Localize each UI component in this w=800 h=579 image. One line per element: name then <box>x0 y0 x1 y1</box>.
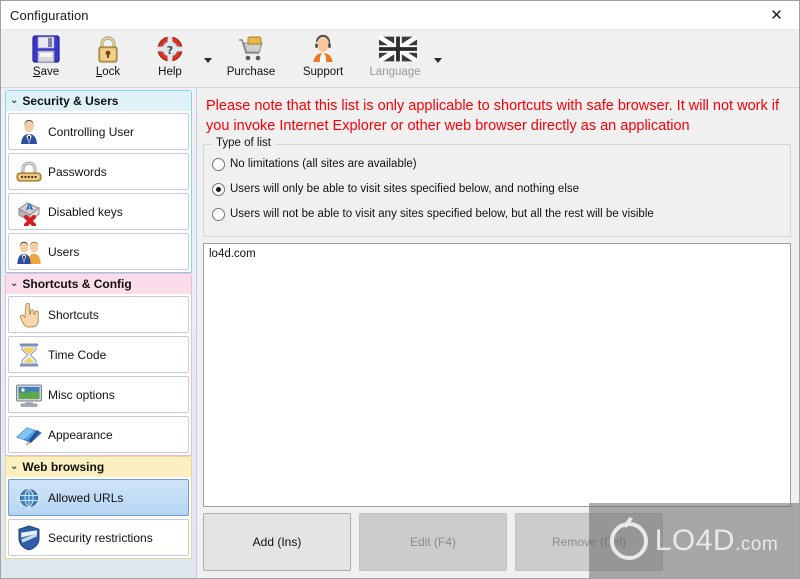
toolbar-button-lock[interactable]: Lock <box>77 30 139 85</box>
sidebar-group-title: Web browsing <box>22 460 105 474</box>
radio-option-no-limitations[interactable]: No limitations (all sites are available) <box>212 153 782 175</box>
type-of-list-groupbox: Type of list No limitations (all sites a… <box>203 137 791 237</box>
sidebar-item-disabled-keys[interactable]: A Disabled keys <box>8 193 189 230</box>
globe-icon <box>15 484 43 512</box>
headset-person-icon <box>307 33 339 65</box>
sidebar-item-shortcuts[interactable]: Shortcuts <box>8 296 189 333</box>
sidebar-group-header-shortcuts-config[interactable]: ⌄ Shortcuts & Config <box>6 274 191 294</box>
two-users-icon <box>15 238 43 266</box>
pointing-hand-icon <box>15 301 43 329</box>
edit-button: Edit (F4) <box>359 513 507 571</box>
sidebar-item-label: Disabled keys <box>48 204 123 219</box>
window-body: ⌄ Security & Users Controlling User Pass… <box>1 88 799 578</box>
sidebar-item-label: Passwords <box>48 164 107 179</box>
toolbar-label-language: Language <box>369 66 421 78</box>
sidebar-group-web-browsing: ⌄ Web browsing Allowed URLs Security res… <box>5 456 192 559</box>
sidebar-group-header-web-browsing[interactable]: ⌄ Web browsing <box>6 457 191 477</box>
sidebar-item-passwords[interactable]: Passwords <box>8 153 189 190</box>
window-title: Configuration <box>10 7 89 23</box>
sidebar-item-label: Misc options <box>48 387 115 402</box>
toolbar-label-support: Support <box>302 66 344 78</box>
sidebar-item-label: Allowed URLs <box>48 490 124 505</box>
padlock-icon <box>92 33 124 65</box>
svg-text:?: ? <box>167 44 173 57</box>
radio-option-blacklist[interactable]: Users will not be able to visit any site… <box>212 203 782 225</box>
radio-icon-selected[interactable] <box>212 182 225 196</box>
sidebar-item-appearance[interactable]: Appearance <box>8 416 189 453</box>
sidebar-item-time-code[interactable]: Time Code <box>8 336 189 373</box>
radio-icon[interactable] <box>212 157 225 171</box>
sidebar-item-allowed-urls[interactable]: Allowed URLs <box>8 479 189 516</box>
help-dropdown-chevron-down-icon[interactable] <box>201 30 215 85</box>
toolbar: Save Lock ? Help Purchase Support Langua… <box>1 30 799 88</box>
toolbar-label-help: Help <box>158 66 182 78</box>
radio-label: Users will not be able to visit any site… <box>230 208 654 220</box>
toolbar-button-help[interactable]: ? Help <box>139 30 201 85</box>
sidebar-group-header-security-users[interactable]: ⌄ Security & Users <box>6 91 191 111</box>
svg-text:A: A <box>26 203 33 213</box>
sidebar-group-title: Shortcuts & Config <box>22 277 132 291</box>
sidebar-item-label: Shortcuts <box>48 307 99 322</box>
toolbar-button-support[interactable]: Support <box>287 30 359 85</box>
sidebar-item-security-restrictions[interactable]: Security restrictions <box>8 519 189 556</box>
groupbox-title: Type of list <box>212 137 275 149</box>
sidebar-item-label: Time Code <box>48 347 107 362</box>
warning-notice: Please note that this list is only appli… <box>206 98 780 134</box>
blue-book-pen-icon <box>15 421 43 449</box>
list-item[interactable]: lo4d.com <box>204 247 790 261</box>
lifebuoy-question-icon: ? <box>154 33 186 65</box>
radio-icon[interactable] <box>212 207 225 221</box>
radio-label: Users will only be able to visit sites s… <box>230 183 580 195</box>
key-cross-icon: A <box>15 198 43 227</box>
sidebar-item-label: Appearance <box>48 427 113 442</box>
padlock-dots-icon <box>15 158 43 186</box>
sidebar-item-misc-options[interactable]: Misc options <box>8 376 189 413</box>
radio-option-whitelist[interactable]: Users will only be able to visit sites s… <box>212 178 782 200</box>
add-button[interactable]: Add (Ins) <box>203 513 351 571</box>
language-dropdown-chevron-down-icon[interactable] <box>431 30 445 85</box>
remove-button: Remove (Del) <box>515 513 663 571</box>
toolbar-button-purchase[interactable]: Purchase <box>215 30 287 85</box>
sidebar-item-label: Security restrictions <box>48 530 153 545</box>
main-panel: Please note that this list is only appli… <box>197 88 799 578</box>
monitor-icon <box>15 381 43 409</box>
sidebar: ⌄ Security & Users Controlling User Pass… <box>1 88 197 578</box>
toolbar-label-purchase: Purchase <box>226 66 276 78</box>
chevron-down-icon: ⌄ <box>10 95 19 106</box>
list-action-buttons: Add (Ins) Edit (F4) Remove (Del) <box>203 513 791 578</box>
toolbar-label-lock: Lock <box>95 66 121 78</box>
toolbar-button-language[interactable]: Language <box>359 30 431 85</box>
toolbar-label-save: Save <box>32 66 60 78</box>
configuration-window: Configuration ✕ Save Lock ? Help Purchas… <box>0 0 800 579</box>
sidebar-group-title: Security & Users <box>22 94 119 108</box>
toolbar-button-save[interactable]: Save <box>15 30 77 85</box>
chevron-down-icon: ⌄ <box>10 461 19 472</box>
shopping-cart-icon <box>235 33 267 65</box>
sidebar-item-label: Controlling User <box>48 124 135 139</box>
sidebar-group-security-users: ⌄ Security & Users Controlling User Pass… <box>5 90 192 273</box>
radio-label: No limitations (all sites are available) <box>230 158 417 170</box>
sidebar-item-controlling-user[interactable]: Controlling User <box>8 113 189 150</box>
sidebar-item-label: Users <box>48 244 80 259</box>
sidebar-group-shortcuts-config: ⌄ Shortcuts & Config Shortcuts Time Code… <box>5 273 192 456</box>
url-listbox[interactable]: lo4d.com <box>203 243 791 507</box>
hourglass-icon <box>15 341 43 369</box>
close-icon[interactable]: ✕ <box>754 1 799 29</box>
title-bar: Configuration ✕ <box>1 1 799 30</box>
user-tie-icon <box>15 118 43 146</box>
sidebar-item-users[interactable]: Users <box>8 233 189 270</box>
chevron-down-icon: ⌄ <box>10 278 19 289</box>
floppy-disk-icon <box>30 33 62 65</box>
uk-flag-icon <box>377 33 419 65</box>
shield-icon <box>15 524 43 552</box>
